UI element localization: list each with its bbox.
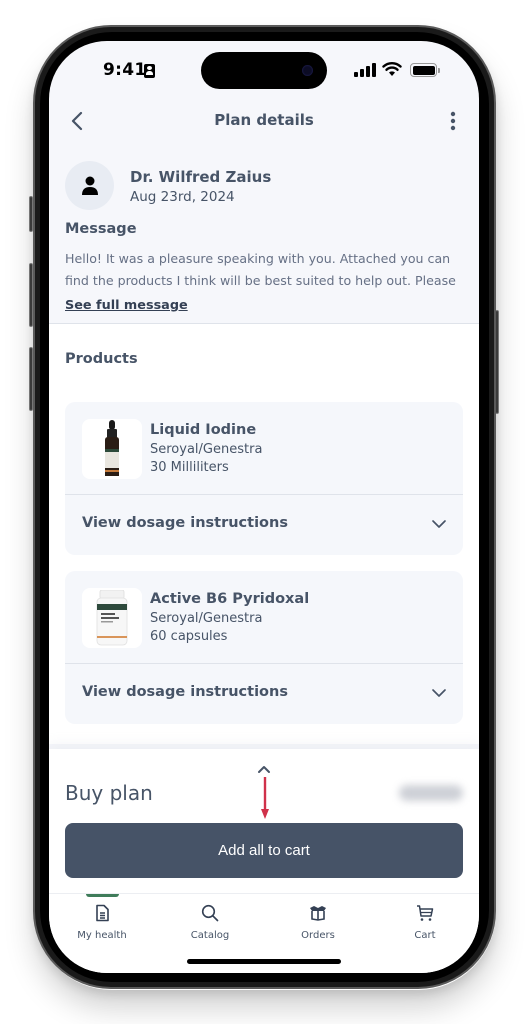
add-all-to-cart-button[interactable]: Add all to cart [65,823,463,878]
see-full-message-link[interactable]: See full message [65,298,188,313]
dynamic-island [201,52,327,89]
view-dosage-instructions-toggle[interactable]: View dosage instructions [65,495,463,555]
cellular-signal-icon [354,63,376,77]
products-heading: Products [65,351,138,367]
product-name: Active B6 Pyridoxal [150,591,310,607]
product-brand: Seroyal/Genestra [150,442,263,457]
product-size: 30 Milliliters [150,460,229,475]
tab-label: My health [77,930,127,941]
search-icon [201,904,219,922]
camera-icon [302,65,313,76]
active-tab-indicator [86,894,119,897]
tab-label: Orders [301,930,335,941]
person-icon [81,176,98,195]
more-vertical-icon [450,111,456,131]
contact-card-icon [144,64,155,78]
plan-price-redacted [399,785,463,801]
status-bar: 9:41 [49,41,479,101]
tab-label: Cart [414,930,436,941]
dosage-label: View dosage instructions [82,515,288,531]
battery-icon [410,63,437,77]
document-icon [96,904,109,922]
buy-plan-panel: Buy plan Add all to cart [49,749,479,894]
product-card: Liquid Iodine Seroyal/Genestra 30 Millil… [65,402,463,555]
home-indicator[interactable] [187,959,341,964]
avatar [65,161,114,210]
nav-header: Plan details [49,101,479,141]
chevron-up-icon[interactable] [257,765,271,774]
status-time: 9:41 [103,60,147,80]
practitioner-info: Dr. Wilfred Zaius Aug 23rd, 2024 [65,161,465,211]
practitioner-name: Dr. Wilfred Zaius [130,168,272,186]
product-card: Active B6 Pyridoxal Seroyal/Genestra 60 … [65,571,463,724]
dropper-bottle-image [82,419,142,479]
chevron-down-icon [432,689,446,697]
page-title: Plan details [214,111,314,129]
tab-my-health[interactable]: My health [57,900,147,950]
tab-orders[interactable]: Orders [273,900,363,950]
buy-plan-heading: Buy plan [65,781,153,805]
battery-tip [438,68,440,73]
plan-date: Aug 23rd, 2024 [130,189,235,205]
dosage-label: View dosage instructions [82,684,288,700]
chevron-down-icon [432,520,446,528]
tab-cart[interactable]: Cart [380,900,470,950]
cart-icon [417,905,434,921]
red-down-arrow-icon [261,777,269,819]
box-icon [310,906,326,921]
wifi-icon [382,62,402,76]
capsule-bottle-image [82,588,142,648]
products-section: Products Liquid Iodine Seroyal/Genestra … [49,324,479,744]
message-heading: Message [65,221,137,237]
message-body: Hello! It was a pleasure speaking with y… [65,251,456,288]
tab-catalog[interactable]: Catalog [165,900,255,950]
more-options-button[interactable] [441,107,465,135]
tab-label: Catalog [190,930,230,941]
view-dosage-instructions-toggle[interactable]: View dosage instructions [65,664,463,724]
app-screen: 9:41 Plan details Dr. Wilfred Zaius Aug … [49,41,479,973]
product-size: 60 capsules [150,629,228,644]
product-name: Liquid Iodine [150,422,257,438]
product-brand: Seroyal/Genestra [150,611,263,626]
